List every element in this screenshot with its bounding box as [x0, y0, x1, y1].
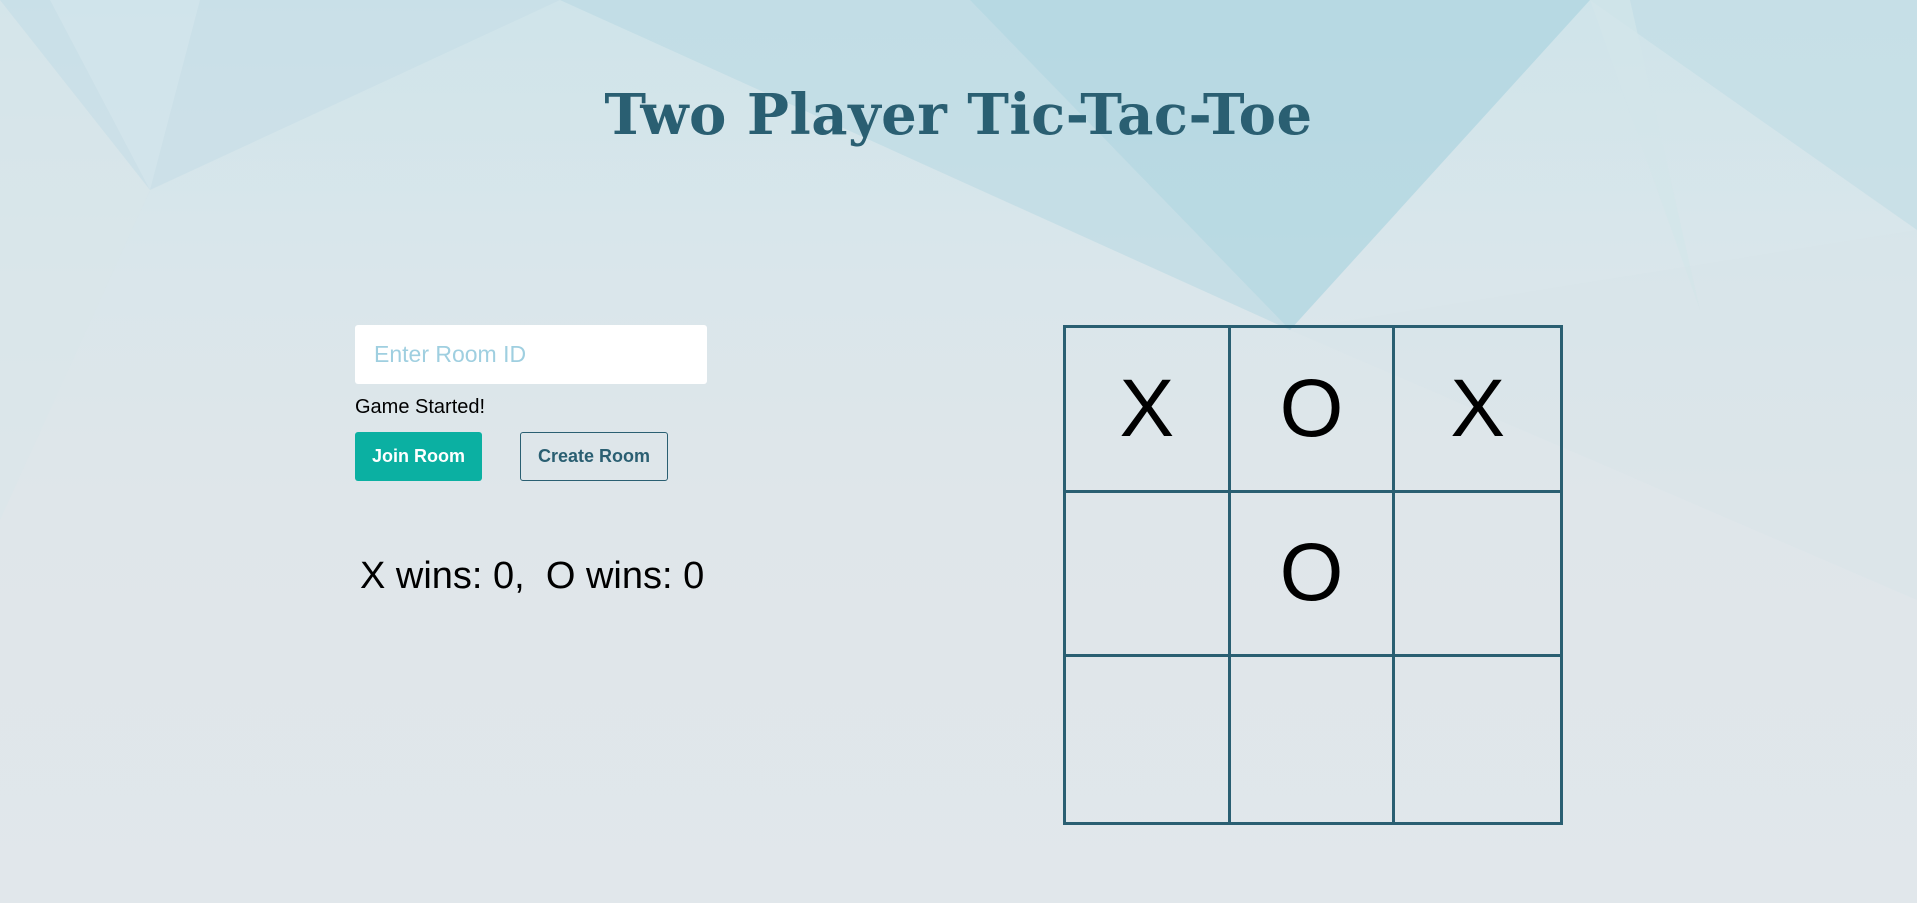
board-cell-3[interactable]: X: [1395, 328, 1560, 493]
game-board: X O X O: [1063, 325, 1563, 825]
board-cell-6[interactable]: [1395, 493, 1560, 658]
score-display: X wins: 0, O wins: 0: [360, 555, 705, 597]
board-cell-8[interactable]: [1231, 657, 1396, 822]
game-status: Game Started!: [355, 396, 486, 418]
board-cell-2[interactable]: O: [1230, 328, 1396, 493]
board-cell-4[interactable]: [1066, 492, 1231, 658]
board-cell-9[interactable]: [1395, 657, 1560, 822]
create-room-button[interactable]: Create Room: [520, 432, 668, 481]
join-room-button[interactable]: Join Room: [355, 432, 482, 481]
board-cell-1[interactable]: X: [1066, 328, 1231, 493]
board-cell-7[interactable]: [1066, 657, 1231, 822]
page-title: Two Player Tic-Tac-Toe: [604, 82, 1313, 148]
room-id-input[interactable]: [355, 325, 707, 384]
board-cell-5[interactable]: O: [1230, 492, 1396, 658]
